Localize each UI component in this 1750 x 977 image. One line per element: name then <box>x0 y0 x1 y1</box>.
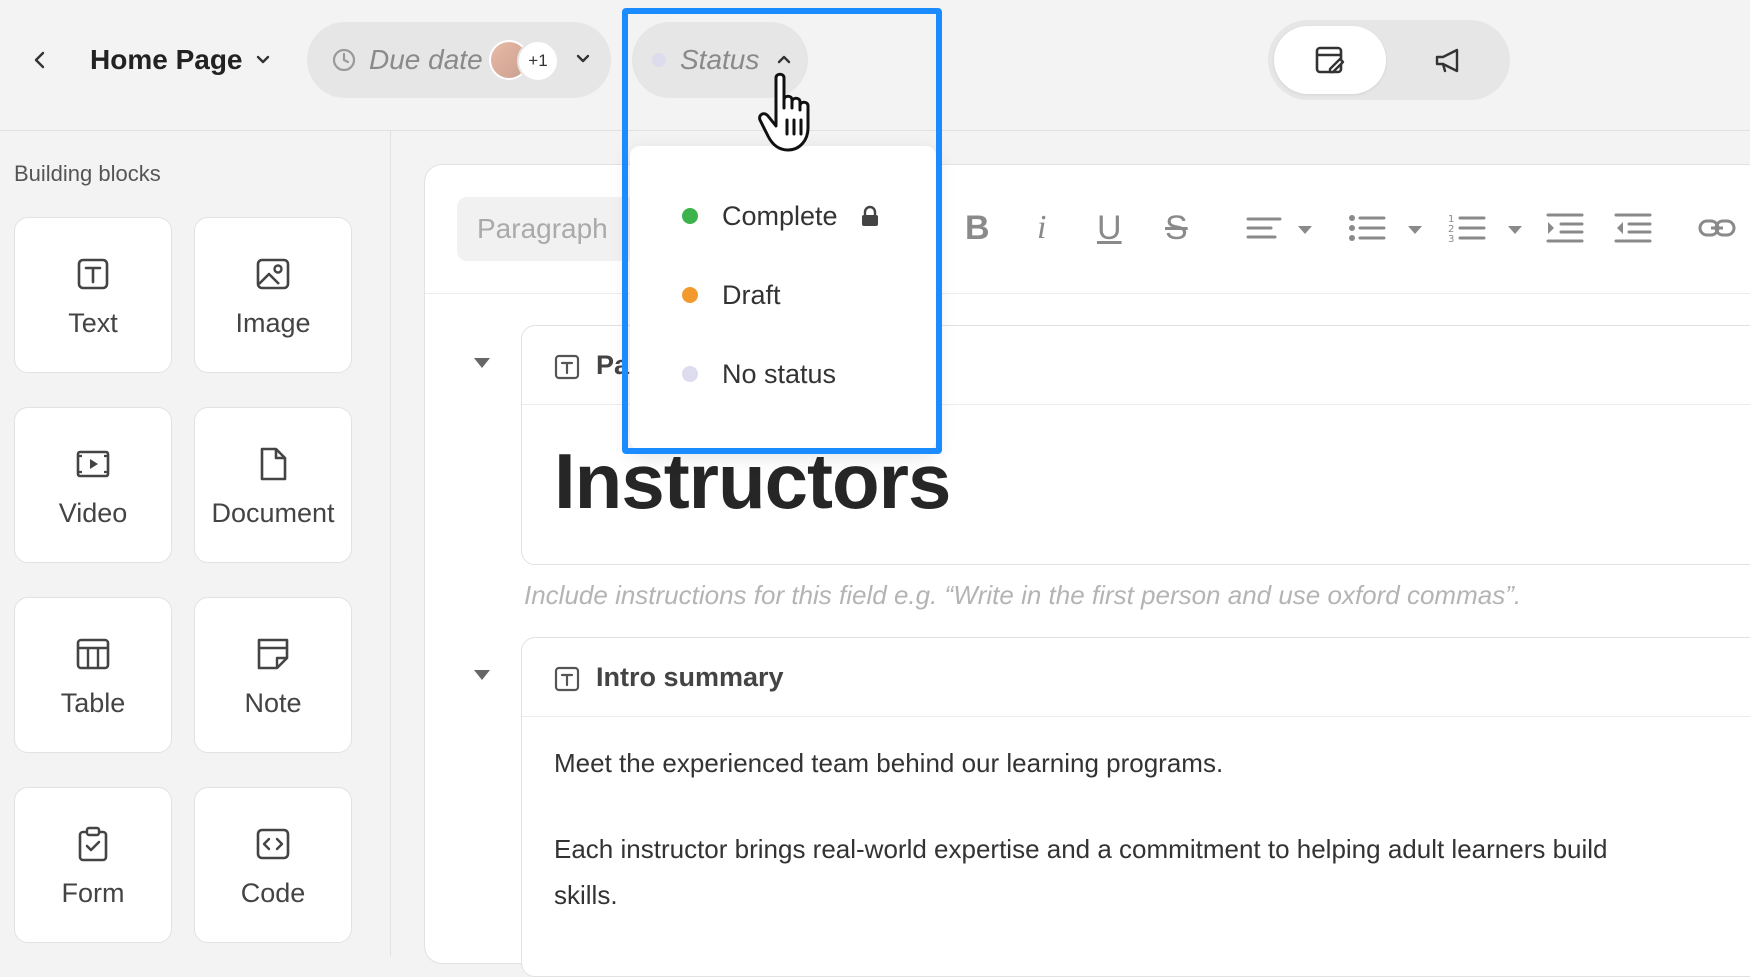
assignee-count-badge[interactable]: +1 <box>517 40 559 82</box>
intro-paragraph-1[interactable]: Meet the experienced team behind our lea… <box>554 748 1223 779</box>
option-label: No status <box>722 358 837 389</box>
field-instructions-hint[interactable]: Include instructions for this field e.g.… <box>524 580 1521 611</box>
sidebar-title: Building blocks <box>14 161 161 186</box>
block-video[interactable]: Video <box>14 407 172 563</box>
status-button[interactable]: Status <box>632 22 808 98</box>
text-field-icon <box>554 354 580 380</box>
edit-mode-button[interactable] <box>1274 26 1386 94</box>
block-label: Note <box>244 688 302 718</box>
video-block-icon <box>76 450 110 478</box>
status-dot-orange <box>682 287 698 303</box>
block-label: Video <box>58 498 128 528</box>
text-field-icon <box>554 666 580 692</box>
megaphone-icon <box>1435 48 1459 73</box>
status-dropdown-menu: Complete Draft No status <box>630 146 936 450</box>
block-code[interactable]: Code <box>194 787 352 943</box>
view-mode-toggle <box>1268 20 1510 100</box>
note-block-icon <box>257 638 289 670</box>
due-date-button[interactable]: Due date +1 <box>307 22 611 98</box>
status-option-complete[interactable]: Complete <box>682 196 880 236</box>
caret-down-icon[interactable] <box>1407 225 1423 235</box>
chevron-down-icon <box>256 55 269 64</box>
strikethrough-button[interactable]: S <box>1165 211 1188 245</box>
bullet-list-icon[interactable] <box>1347 211 1387 245</box>
document-block-icon <box>260 447 287 481</box>
top-bar: Home Page Due date +1 Status <box>0 0 1750 131</box>
block-table[interactable]: Table <box>14 597 172 753</box>
svg-text:3: 3 <box>1448 234 1454 245</box>
outdent-icon[interactable] <box>1613 211 1653 245</box>
italic-button[interactable]: i <box>1037 211 1046 245</box>
code-block-icon <box>256 828 290 860</box>
collapse-caret-icon[interactable] <box>473 669 491 681</box>
text-block-icon <box>77 258 109 290</box>
block-form[interactable]: Form <box>14 787 172 943</box>
status-dot-green <box>682 208 698 224</box>
lock-icon <box>861 205 878 226</box>
intro-paragraph-2-line-1[interactable]: Each instructor brings real-world expert… <box>554 834 1608 865</box>
chevron-down-icon[interactable] <box>573 49 593 69</box>
collapse-caret-icon[interactable] <box>473 357 491 369</box>
status-dot <box>652 53 666 67</box>
intro-summary-field-card: Intro summary Meet the experienced team … <box>521 637 1750 977</box>
block-label: Table <box>60 688 126 718</box>
bold-button[interactable]: B <box>965 211 990 245</box>
edit-document-icon <box>1315 46 1345 74</box>
caret-down-icon[interactable] <box>1297 225 1313 235</box>
link-icon[interactable] <box>1697 211 1737 245</box>
indent-icon[interactable] <box>1545 211 1585 245</box>
status-option-no-status[interactable]: No status <box>682 354 836 394</box>
field-label: Pa <box>596 350 630 380</box>
intro-paragraph-2-line-2[interactable]: skills. <box>554 880 618 911</box>
block-label: Text <box>68 308 118 338</box>
field-header: Intro summary <box>522 638 1750 717</box>
building-blocks-sidebar: Building blocks Text Image Video Documen… <box>0 131 391 956</box>
block-text[interactable]: Text <box>14 217 172 373</box>
publish-mode-button[interactable] <box>1392 26 1504 94</box>
caret-down-icon[interactable] <box>1507 225 1523 235</box>
field-label: Intro summary <box>596 662 784 692</box>
image-block-icon <box>256 258 290 290</box>
back-button[interactable] <box>22 42 58 78</box>
formatting-toolbar: Paragraph B i U S 123 <box>425 165 1750 294</box>
underline-button[interactable]: U <box>1097 211 1122 245</box>
editor-panel: Paragraph B i U S 123 Pa Instructors Inc… <box>424 164 1750 977</box>
table-block-icon <box>76 638 110 670</box>
numbered-list-icon[interactable]: 123 <box>1447 211 1487 245</box>
form-block-icon <box>78 826 108 862</box>
block-document[interactable]: Document <box>194 407 352 563</box>
status-option-draft[interactable]: Draft <box>682 275 781 315</box>
option-label: Complete <box>722 200 838 231</box>
block-note[interactable]: Note <box>194 597 352 753</box>
status-dot-grey <box>682 366 698 382</box>
due-date-label: Due date <box>369 44 483 75</box>
block-label: Form <box>61 878 125 908</box>
status-label: Status <box>680 44 760 75</box>
paragraph-style-select[interactable]: Paragraph <box>457 197 647 261</box>
block-label: Image <box>235 308 311 338</box>
option-label: Draft <box>722 279 781 310</box>
block-label: Code <box>240 878 306 908</box>
clock-icon <box>332 48 356 72</box>
align-left-icon[interactable] <box>1245 211 1285 245</box>
chevron-up-icon <box>778 55 791 64</box>
chevron-left-icon <box>34 51 45 69</box>
page-selector[interactable]: Home Page <box>90 36 273 84</box>
block-label: Document <box>211 498 335 528</box>
page-title: Home Page <box>90 44 243 75</box>
block-image[interactable]: Image <box>194 217 352 373</box>
